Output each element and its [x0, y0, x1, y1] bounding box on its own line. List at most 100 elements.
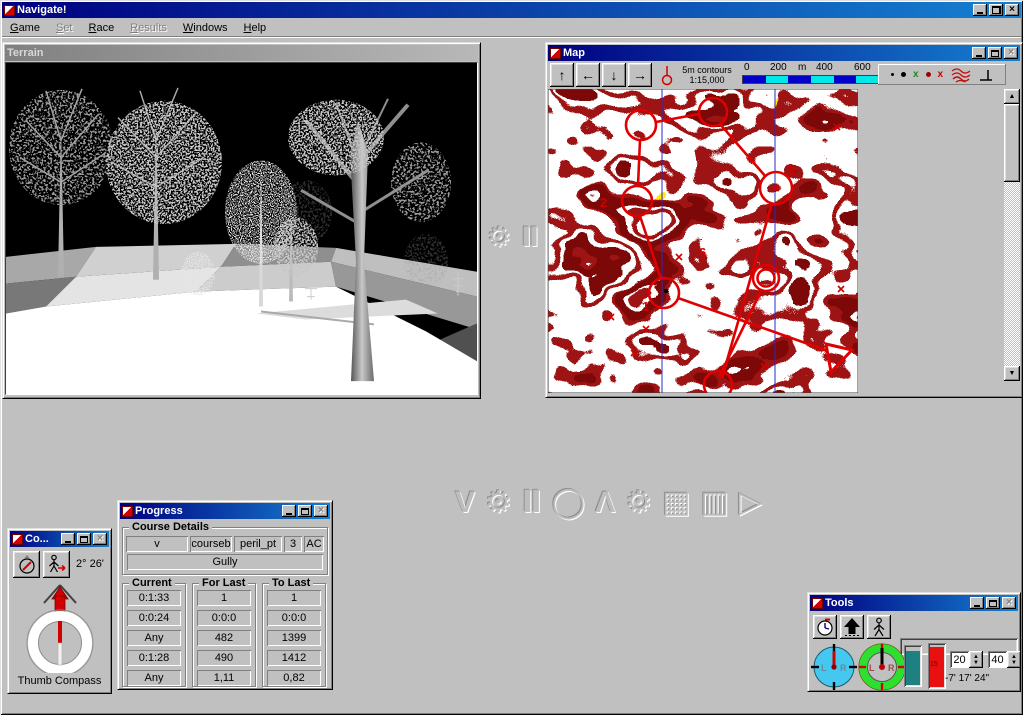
current-header: Current	[129, 577, 175, 589]
map-view[interactable]: 1 2 5 6	[548, 89, 858, 393]
scrollbar-thumb[interactable]	[1004, 104, 1020, 182]
minimize-button[interactable]	[973, 4, 987, 16]
menu-race[interactable]: Race	[81, 20, 123, 37]
maximize-icon	[991, 50, 999, 57]
north-button[interactable]	[840, 615, 864, 639]
spinner-right-value[interactable]: 40	[988, 651, 1007, 668]
course-details-group: Course Details v courseb peril_pt 3 AC G…	[122, 527, 328, 575]
table-cell: 0:1:28	[127, 650, 181, 666]
terrain-titlebar[interactable]: Terrain	[5, 45, 478, 61]
map-flag-icon	[550, 48, 561, 59]
minimize-icon	[977, 12, 983, 14]
pan-up-button[interactable]: ↑	[550, 63, 574, 87]
course-field: v	[126, 536, 188, 552]
map-legend: x x	[878, 64, 1006, 85]
tools-maximize-button[interactable]	[986, 597, 1000, 609]
large-dot-icon	[901, 72, 906, 77]
menu-game[interactable]: Game	[2, 20, 48, 37]
background-logo: V⚙Ⅱ◯Λ⚙▦▥▷	[455, 485, 772, 520]
runner-direction-button[interactable]	[43, 551, 70, 578]
compass-minimize-button[interactable]	[61, 533, 75, 545]
tools-minimize-button[interactable]	[970, 597, 984, 609]
map-maximize-button[interactable]	[988, 47, 1002, 59]
compass-toolbar: 2° 26'	[10, 549, 109, 579]
table-cell: 1399	[267, 630, 321, 646]
scroll-up-button[interactable]: ▲	[1004, 89, 1020, 104]
course-field: peril_pt	[234, 536, 282, 552]
scale-tick: 200	[770, 62, 787, 73]
compass-close-button: ×	[93, 533, 107, 545]
angle-readout: -7' 17' 24"	[945, 673, 989, 684]
course-field: AC	[304, 536, 324, 552]
terrain-title: Terrain	[7, 47, 476, 59]
spinner-left-buttons[interactable]: ▲ ▼	[969, 651, 983, 668]
current-column-group: Current 0:1:33 0:0:24 Any 0:1:28 Any	[122, 583, 186, 687]
app-title: Navigate!	[17, 4, 971, 16]
main-titlebar[interactable]: Navigate! ×	[2, 2, 1021, 18]
contour-scale-label: 5m contours 1:15,000	[678, 65, 736, 85]
menu-windows[interactable]: Windows	[175, 20, 236, 37]
mdi-client-area: ⚙Ⅱ V⚙Ⅱ◯Λ⚙▦▥▷ Terrain	[2, 38, 1021, 713]
tools-flag-icon	[812, 598, 823, 609]
navigate-application: { "app": { "title": "Navigate!" }, "menu…	[0, 0, 1023, 715]
map-scale-text: 1:15,000	[689, 75, 724, 85]
compass-window: Co... × 2° 26'	[7, 528, 112, 694]
spinner-left-value[interactable]: 20	[950, 651, 969, 668]
tools-close-button: ×	[1002, 597, 1016, 609]
tools-window: Tools ×	[807, 592, 1021, 692]
runner-button[interactable]	[867, 615, 891, 639]
table-cell: Any	[127, 670, 181, 686]
tools-toolbar	[810, 613, 1018, 641]
terrain-3d-view[interactable]	[5, 62, 478, 395]
compass-titlebar[interactable]: Co... ×	[10, 531, 109, 547]
up-arrow-icon	[842, 617, 862, 637]
spin-down-icon: ▼	[973, 660, 979, 666]
dial-right-label: R	[888, 663, 895, 673]
progress-title: Progress	[135, 505, 280, 517]
compass-maximize-button[interactable]	[77, 533, 91, 545]
progress-close-button: ×	[314, 505, 328, 517]
table-cell: 1	[197, 590, 251, 606]
map-vertical-scrollbar[interactable]: ▲ ▼	[1004, 89, 1020, 381]
red-dot-icon	[926, 72, 931, 77]
scale-bar-segments	[742, 75, 880, 84]
map-content-area: 1 2 5 6 ▲ ▼	[548, 89, 1020, 395]
pan-right-button[interactable]: →	[628, 63, 652, 87]
restore-button[interactable]	[989, 4, 1003, 16]
minimize-icon	[286, 513, 292, 515]
progress-titlebar[interactable]: Progress ×	[120, 503, 330, 519]
minimize-icon	[976, 55, 982, 57]
compass-mode-button[interactable]	[13, 551, 40, 578]
spinner-left: 20 ▲ ▼	[950, 651, 983, 668]
compass-dial-icon	[17, 554, 37, 574]
map-close-button: ×	[1004, 47, 1018, 59]
tools-title: Tools	[825, 597, 968, 609]
progress-minimize-button[interactable]	[282, 505, 296, 517]
spinner-right-buttons[interactable]: ▲ ▼	[1007, 651, 1021, 668]
maximize-icon	[989, 600, 997, 607]
scroll-down-button[interactable]: ▼	[1004, 366, 1020, 381]
pan-left-button[interactable]: ←	[576, 63, 600, 87]
menu-bar: Game Set Race Results Windows Help	[2, 20, 1021, 37]
pan-down-button[interactable]: ↓	[602, 63, 626, 87]
minimize-icon	[974, 605, 980, 607]
control-number: 1	[642, 299, 649, 314]
progress-maximize-button[interactable]	[298, 505, 312, 517]
speed-dial: L R	[810, 643, 858, 691]
dial-left-label: L	[821, 663, 827, 673]
table-cell: 0:0:0	[197, 610, 251, 626]
menu-results: Results	[122, 20, 175, 37]
control-number: 5	[789, 163, 796, 178]
timer-button[interactable]	[813, 615, 837, 639]
to-last-column-group: To Last 1 0:0:0 1399 1412 0,82	[262, 583, 326, 687]
map-window: Map × ↑ ← ↓ → 5m contours 1:15,000 0 200…	[545, 42, 1023, 398]
person-icon	[870, 617, 888, 637]
compass-title: Co...	[25, 533, 59, 545]
map-minimize-button[interactable]	[972, 47, 986, 59]
close-button[interactable]: ×	[1005, 4, 1019, 16]
tools-titlebar[interactable]: Tools ×	[810, 595, 1018, 611]
contours-text: 5m contours	[682, 65, 732, 75]
map-titlebar[interactable]: Map ×	[548, 45, 1020, 61]
menu-help[interactable]: Help	[236, 20, 275, 37]
menu-set: Set	[48, 20, 81, 37]
